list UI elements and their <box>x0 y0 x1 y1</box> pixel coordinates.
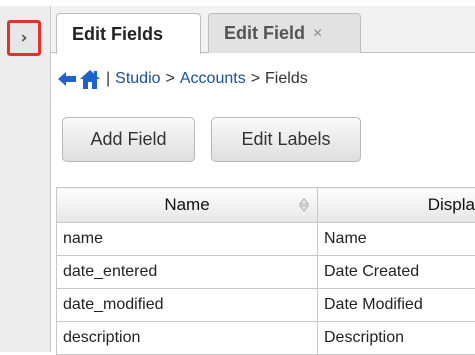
field-name-cell[interactable]: date_modified <box>57 289 318 322</box>
column-header-display-label[interactable]: Displa <box>318 188 475 223</box>
breadcrumb-accounts[interactable]: Accounts <box>180 70 246 88</box>
sort-icon[interactable] <box>299 197 309 217</box>
expand-panel-button[interactable]: › <box>7 20 41 56</box>
close-icon[interactable]: × <box>313 25 322 43</box>
display-label-cell: Date Created <box>318 256 475 289</box>
column-header-label: Name <box>164 195 209 214</box>
display-label-cell: Description <box>318 322 475 355</box>
field-name-cell[interactable]: name <box>57 223 318 256</box>
breadcrumb-pipe: | <box>106 70 110 88</box>
edit-labels-button[interactable]: Edit Labels <box>211 117 361 162</box>
back-arrow-icon[interactable] <box>57 71 77 87</box>
fields-table: Name Displa name Name date_entered Date … <box>56 187 475 355</box>
table-row[interactable]: name Name <box>57 223 475 256</box>
display-label-cell: Name <box>318 223 475 256</box>
field-name-cell[interactable]: description <box>57 322 318 355</box>
home-icon[interactable] <box>78 68 102 90</box>
tab-label: Edit Fields <box>72 24 163 45</box>
breadcrumb-fields: Fields <box>265 70 308 88</box>
column-header-name[interactable]: Name <box>57 188 318 223</box>
chevron-right-icon: › <box>20 30 27 47</box>
breadcrumb-separator: > <box>251 70 260 88</box>
field-name-cell[interactable]: date_entered <box>57 256 318 289</box>
table-row[interactable]: date_entered Date Created <box>57 256 475 289</box>
tab-bar: Edit Fields Edit Field × <box>51 6 475 53</box>
tab-edit-fields[interactable]: Edit Fields <box>56 13 201 54</box>
tab-label: Edit Field <box>224 23 305 44</box>
left-panel: › <box>0 6 51 352</box>
breadcrumb-studio[interactable]: Studio <box>115 70 160 88</box>
tab-edit-field[interactable]: Edit Field × <box>208 13 361 53</box>
display-label-cell: Date Modified <box>318 289 475 322</box>
column-header-label: Displa <box>428 195 475 214</box>
add-field-button[interactable]: Add Field <box>62 117 195 162</box>
breadcrumb: | Studio > Accounts > Fields <box>57 66 308 92</box>
table-row[interactable]: description Description <box>57 322 475 355</box>
table-row[interactable]: date_modified Date Modified <box>57 289 475 322</box>
table-header-row: Name Displa <box>57 188 475 223</box>
breadcrumb-separator: > <box>166 70 175 88</box>
